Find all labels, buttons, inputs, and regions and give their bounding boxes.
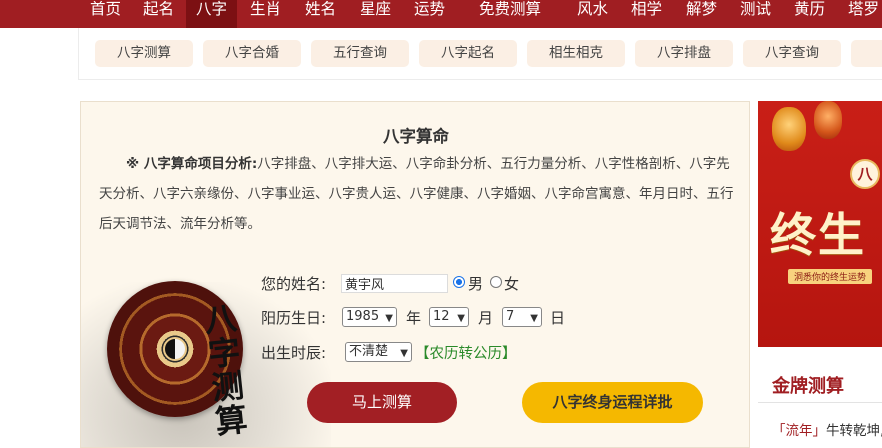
month-value: 12	[433, 309, 450, 324]
chevron-down-icon: ▼	[385, 313, 393, 324]
subnav-pill-bazi-naming[interactable]: 八字起名	[419, 40, 517, 67]
name-label: 您的姓名:	[261, 275, 327, 293]
divider	[758, 402, 882, 403]
subnav-pill-wuxing-query[interactable]: 五行查询	[311, 40, 409, 67]
hour-select[interactable]: 不清楚 ▼	[345, 342, 412, 362]
panel-description: ※ 八字算命项目分析:八字排盘、八字排大运、八字命卦分析、五行力量分析、八字性格…	[99, 149, 737, 239]
year-value: 1985	[346, 309, 380, 324]
nav-item-name[interactable]: 姓名	[305, 0, 336, 28]
panel-title: 八字算命	[383, 127, 449, 146]
subnav-pill-bazi-paipan[interactable]: 八字排盘	[635, 40, 733, 67]
list-item-tag: 「流年」	[772, 423, 826, 439]
nav-item-almanac[interactable]: 黄历	[794, 0, 825, 28]
subnav-pill-xiangsheng[interactable]: 相生相克	[527, 40, 625, 67]
day-unit: 日	[550, 309, 566, 327]
day-value: 7	[506, 309, 515, 324]
banner-caption: 洞悉你的终生运势	[788, 269, 873, 284]
nav-item-zodiac[interactable]: 生肖	[250, 0, 281, 28]
month-unit: 月	[478, 309, 494, 327]
list-item[interactable]: 「流年」牛转乾坤,	[772, 419, 882, 439]
chevron-down-icon: ▼	[457, 313, 465, 324]
nav-item-constellation[interactable]: 星座	[360, 0, 391, 28]
list-item-text: 牛转乾坤,	[826, 423, 882, 439]
lifetime-fortune-button[interactable]: 八字终身运程详批	[522, 382, 703, 423]
sub-nav: 八字测算 八字合婚 五行查询 八字起名 相生相克 八字排盘 八字查询 八	[78, 28, 882, 80]
nav-item-free-test[interactable]: 免费测算	[479, 0, 541, 28]
name-input[interactable]	[341, 274, 448, 293]
nav-item-test[interactable]: 测试	[740, 0, 771, 28]
description-label: ※ 八字算命项目分析:	[126, 156, 258, 172]
lantern-icon	[814, 101, 842, 139]
gender-male-label: 男	[468, 275, 484, 293]
lunar-convert-link[interactable]: 【农历转公历】	[415, 342, 517, 363]
section-title: 金牌测算	[772, 376, 844, 397]
top-nav-bar: 首页 起名 八字 生肖 姓名 星座 运势 免费测算 风水 相学 解梦 测试 黄历…	[0, 0, 882, 28]
nav-item-bazi[interactable]: 八字	[186, 0, 238, 28]
banner-headline: 终生	[770, 208, 866, 262]
gender-female-radio[interactable]	[490, 276, 502, 288]
nav-item-dream[interactable]: 解梦	[686, 0, 717, 28]
birthday-label: 阳历生日:	[261, 309, 327, 327]
subnav-pill-more[interactable]: 八	[851, 40, 882, 67]
nav-item-fortune[interactable]: 运势	[414, 0, 445, 28]
nav-item-naming[interactable]: 起名	[143, 0, 174, 28]
year-select[interactable]: 1985 ▼	[342, 307, 397, 327]
subnav-pill-bazi-query[interactable]: 八字查询	[743, 40, 841, 67]
nav-item-physiognomy[interactable]: 相学	[631, 0, 662, 28]
yin-yang-icon	[163, 337, 187, 361]
bazi-panel: 八字算命 ※ 八字算命项目分析:八字排盘、八字排大运、八字命卦分析、五行力量分析…	[80, 101, 750, 448]
calculate-button[interactable]: 马上测算	[307, 382, 457, 423]
promo-banner[interactable]: 八 终生 洞悉你的终生运势	[758, 101, 882, 347]
gender-female-label: 女	[504, 275, 520, 293]
banner-badge: 八	[850, 159, 880, 189]
hour-value: 不清楚	[349, 344, 389, 359]
nav-item-tarot[interactable]: 塔罗	[848, 0, 879, 28]
year-unit: 年	[406, 309, 422, 327]
chevron-down-icon: ▼	[530, 313, 538, 324]
gender-male-radio[interactable]	[453, 276, 465, 288]
chevron-down-icon: ▼	[400, 348, 408, 359]
subnav-pill-bazi-marriage[interactable]: 八字合婚	[203, 40, 301, 67]
hour-label: 出生时辰:	[261, 344, 327, 362]
lantern-icon	[772, 107, 806, 151]
month-select[interactable]: 12 ▼	[429, 307, 469, 327]
day-select[interactable]: 7 ▼	[502, 307, 542, 327]
nav-item-home[interactable]: 首页	[90, 0, 121, 28]
subnav-pill-bazi-test[interactable]: 八字测算	[95, 40, 193, 67]
nav-item-fengshui[interactable]: 风水	[577, 0, 608, 28]
